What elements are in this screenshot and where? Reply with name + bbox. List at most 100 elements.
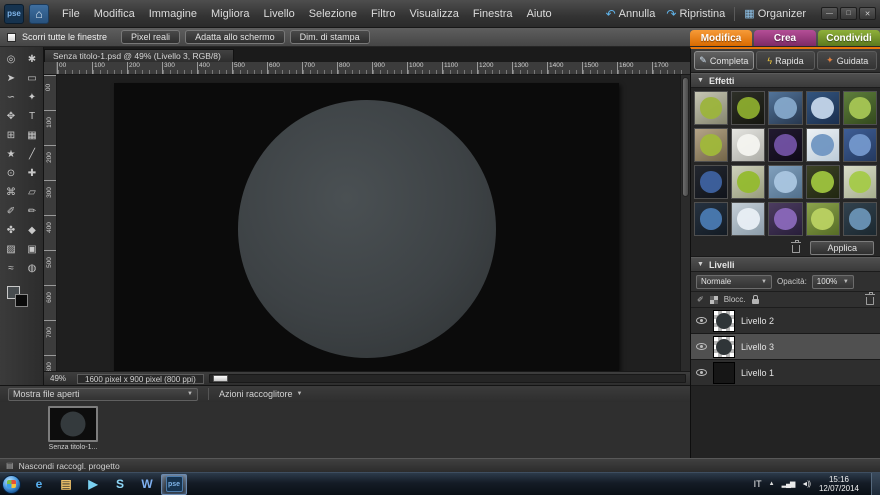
mode-button-guidata[interactable]: ✦Guidata	[817, 51, 877, 70]
straighten-tool[interactable]: ╱	[22, 145, 43, 164]
lock-transparency-icon[interactable]	[710, 296, 718, 304]
document-tab[interactable]: Senza titolo-1.psd @ 49% (Livello 3, RGB…	[44, 49, 234, 62]
layer-row-livello-1[interactable]: Livello 1	[691, 360, 880, 386]
zoom-level[interactable]: 49%	[48, 374, 72, 383]
delete-layer-icon[interactable]	[866, 297, 874, 305]
taskbar-internet-explorer[interactable]: e	[26, 474, 52, 495]
canvas-viewport[interactable]	[57, 75, 680, 371]
layer-row-livello-2[interactable]: Livello 2	[691, 308, 880, 334]
open-files-dropdown[interactable]: Mostra file aperti ▼	[8, 388, 198, 401]
effect-thumbnail-8[interactable]	[768, 128, 802, 162]
bin-thumbnail[interactable]	[48, 406, 98, 442]
scroll-all-windows-checkbox[interactable]	[7, 33, 16, 42]
horizontal-scrollbar[interactable]	[209, 374, 686, 383]
menu-item-selezione[interactable]: Selezione	[302, 0, 364, 28]
quick-selection-tool[interactable]: ✥	[1, 107, 22, 126]
bin-item[interactable]: Senza titolo-1...	[48, 406, 98, 451]
taskbar-photoshop-elements[interactable]: pse	[161, 474, 187, 495]
effect-thumbnail-20[interactable]	[843, 202, 877, 236]
undo-button[interactable]: ↶ Annulla	[602, 7, 660, 21]
taskbar-skype[interactable]: S	[107, 474, 133, 495]
visibility-toggle-icon[interactable]	[696, 317, 707, 324]
menu-item-file[interactable]: File	[55, 0, 87, 28]
tab-crea[interactable]: Crea	[754, 30, 816, 46]
effect-thumbnail-16[interactable]	[694, 202, 728, 236]
recompose-tool[interactable]: ▦	[22, 126, 43, 145]
effect-thumbnail-11[interactable]	[694, 165, 728, 199]
move-tool[interactable]: ➤	[1, 69, 22, 88]
visibility-toggle-icon[interactable]	[696, 369, 707, 376]
adatta-allo-schermo-button[interactable]: Adatta allo schermo	[185, 30, 285, 44]
menu-item-visualizza[interactable]: Visualizza	[402, 0, 465, 28]
red-eye-tool[interactable]: ⊙	[1, 164, 22, 183]
effect-thumbnail-17[interactable]	[731, 202, 765, 236]
effect-thumbnail-5[interactable]	[843, 91, 877, 125]
taskbar-word[interactable]: W	[134, 474, 160, 495]
vertical-scrollbar[interactable]	[680, 75, 690, 371]
smart-brush-tool[interactable]: ✤	[1, 221, 22, 240]
trash-icon[interactable]	[792, 245, 800, 253]
language-indicator[interactable]: IT	[754, 479, 762, 489]
lock-icon[interactable]	[752, 299, 759, 304]
eraser-tool[interactable]: ▱	[22, 183, 43, 202]
brush-tool[interactable]: ✐	[1, 202, 22, 221]
lasso-tool[interactable]: ∽	[1, 88, 22, 107]
menu-item-livello[interactable]: Livello	[257, 0, 302, 28]
vertical-scrollbar-thumb[interactable]	[682, 77, 689, 197]
brush-icon[interactable]: ✐	[697, 295, 704, 304]
visibility-toggle-icon[interactable]	[696, 343, 707, 350]
gradient-tool[interactable]: ▨	[1, 240, 22, 259]
minimize-button[interactable]: —	[821, 7, 838, 20]
effect-thumbnail-2[interactable]	[731, 91, 765, 125]
tab-condividi[interactable]: Condividi	[818, 30, 880, 46]
menu-item-filtro[interactable]: Filtro	[364, 0, 402, 28]
background-color-swatch[interactable]	[15, 294, 28, 307]
show-desktop-button[interactable]	[871, 473, 880, 495]
menu-item-modifica[interactable]: Modifica	[87, 0, 142, 28]
network-icon[interactable]: ▂▄▆	[782, 480, 795, 488]
menu-item-migliora[interactable]: Migliora	[204, 0, 257, 28]
layers-panel-header[interactable]: ▼ Livelli	[691, 257, 880, 272]
layer-thumbnail[interactable]	[713, 362, 735, 384]
pencil-tool[interactable]: ✏	[22, 202, 43, 221]
redo-button[interactable]: ↷ Ripristina	[662, 7, 729, 21]
layer-thumbnail[interactable]	[713, 310, 735, 332]
paint-bucket-tool[interactable]: ◆	[22, 221, 43, 240]
effect-thumbnail-10[interactable]	[843, 128, 877, 162]
healing-brush-tool[interactable]: ✚	[22, 164, 43, 183]
hidden-icons-chevron[interactable]: ▲	[769, 481, 775, 487]
menu-item-aiuto[interactable]: Aiuto	[520, 0, 559, 28]
effect-thumbnail-15[interactable]	[843, 165, 877, 199]
effect-thumbnail-14[interactable]	[806, 165, 840, 199]
horizontal-scrollbar-thumb[interactable]	[213, 375, 228, 382]
blend-mode-select[interactable]: Normale ▼	[696, 275, 772, 289]
zoom-tool[interactable]: ◎	[1, 50, 22, 69]
effect-thumbnail-4[interactable]	[806, 91, 840, 125]
bin-actions-dropdown[interactable]: Azioni raccoglitore ▼	[219, 389, 303, 399]
close-button[interactable]: ✕	[859, 7, 876, 20]
taskbar-clock[interactable]: 15:16 12/07/2014	[817, 475, 861, 493]
layer-thumbnail[interactable]	[713, 336, 735, 358]
volume-icon[interactable]: ◄))	[801, 481, 810, 488]
cookie-cutter-tool[interactable]: ★	[1, 145, 22, 164]
marquee-tool[interactable]: ▭	[22, 69, 43, 88]
taskbar-media-player[interactable]: ▶	[80, 474, 106, 495]
mode-button-rapida[interactable]: ϟRapida	[756, 51, 816, 70]
mode-button-completa[interactable]: ✎Completa	[694, 51, 754, 70]
crop-tool[interactable]: ⊞	[1, 126, 22, 145]
menu-item-finestra[interactable]: Finestra	[466, 0, 520, 28]
opacity-field[interactable]: 100% ▼	[812, 275, 854, 289]
effect-thumbnail-1[interactable]	[694, 91, 728, 125]
taskbar-windows-explorer[interactable]: ▤	[53, 474, 79, 495]
layer-row-livello-3[interactable]: Livello 3	[691, 334, 880, 360]
apply-button[interactable]: Applica	[810, 241, 874, 255]
tab-modifica[interactable]: Modifica	[690, 30, 752, 46]
effect-thumbnail-12[interactable]	[731, 165, 765, 199]
effect-thumbnail-6[interactable]	[694, 128, 728, 162]
effects-panel-header[interactable]: ▼ Effetti	[691, 73, 880, 88]
pixel-reali-button[interactable]: Pixel reali	[121, 30, 180, 44]
dim-di-stampa-button[interactable]: Dim. di stampa	[290, 30, 370, 44]
type-tool[interactable]: T	[22, 107, 43, 126]
effect-thumbnail-9[interactable]	[806, 128, 840, 162]
hide-project-bin-button[interactable]: Nascondi raccogl. progetto	[19, 461, 120, 471]
